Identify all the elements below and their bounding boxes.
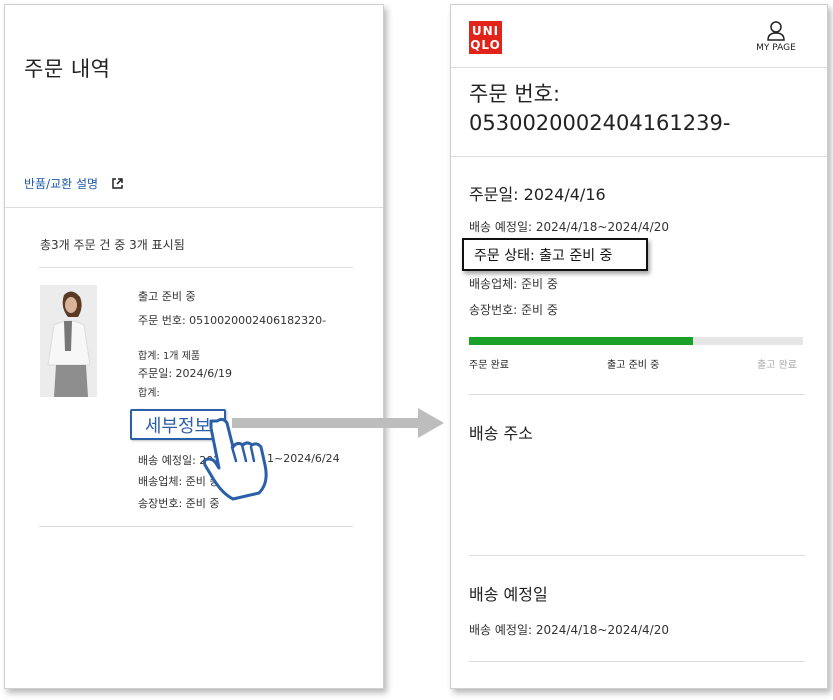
divider (469, 555, 805, 556)
logo-top-text: UNI (471, 23, 500, 38)
order-detail-panel: UNI QLO MY PAGE 주문 번호: 05300200024041612… (450, 4, 828, 689)
return-exchange-link[interactable]: 반품/교환 설명 (24, 175, 123, 192)
tracking-text: 송장번호: 준비 중 (469, 303, 558, 317)
order-date: 주문일: 2024/4/16 (469, 185, 606, 204)
mypage-label: MY PAGE (756, 43, 796, 53)
divider (469, 394, 805, 395)
address-heading: 배송 주소 (469, 424, 533, 443)
external-link-icon (112, 178, 123, 189)
order-status: 출고 준비 중 (138, 290, 196, 303)
order-total: 합계: (138, 388, 160, 399)
delivery-date-value: 배송 예정일: 2024/4/18~2024/4/20 (469, 623, 669, 637)
order-date: 주문일: 2024/6/19 (138, 367, 232, 380)
step-shipped: 출고 완료 (757, 360, 797, 371)
delivery-date-heading: 배송 예정일 (469, 585, 548, 604)
order-number-label: 주문 번호: (469, 82, 561, 106)
order-count-text: 총3개 주문 건 중 3개 표시됨 (40, 238, 185, 252)
mypage-button[interactable]: MY PAGE (749, 21, 803, 53)
step-order-complete: 주문 완료 (469, 360, 509, 371)
delivery-estimate: 배송 예정일: 2024/4/18~2024/4/20 (469, 220, 669, 234)
logo-bottom-text: QLO (470, 37, 501, 52)
divider (469, 661, 805, 662)
divider (39, 526, 353, 527)
order-history-panel: 주문 내역 반품/교환 설명 총3개 주문 건 중 3개 표시됨 출고 준비 중… (4, 4, 384, 689)
delivery-estimate-end: 1~2024/6/24 (267, 452, 340, 465)
right-arrow-icon (232, 408, 444, 438)
divider (451, 67, 827, 68)
divider (5, 207, 383, 208)
uniqlo-logo[interactable]: UNI QLO (469, 21, 502, 54)
shipping-progress-bar (469, 337, 803, 345)
order-number-value: 0530020002404161239- (469, 111, 731, 135)
divider (451, 156, 827, 157)
shipping-progress-fill (469, 337, 693, 345)
order-total-items: 합계: 1개 제품 (138, 351, 201, 362)
return-exchange-label: 반품/교환 설명 (24, 177, 99, 191)
product-image[interactable] (40, 285, 97, 397)
page-title: 주문 내역 (24, 57, 111, 81)
carrier-text: 배송업체: 준비 중 (469, 277, 558, 291)
user-icon (749, 21, 803, 41)
order-status-box: 주문 상태: 출고 준비 중 (462, 238, 648, 271)
step-preparing: 출고 준비 중 (607, 360, 660, 371)
divider (39, 267, 353, 268)
order-number: 주문 번호: 0510020002406182320- (138, 314, 327, 327)
